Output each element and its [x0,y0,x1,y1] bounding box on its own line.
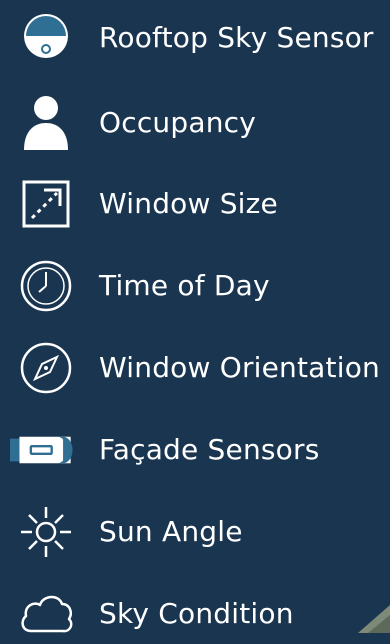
legend-label: Sky Condition [99,597,294,630]
legend-item-sun-angle: Sun Angle [0,502,390,562]
legend-label: Rooftop Sky Sensor [99,21,374,54]
legend-label: Time of Day [99,269,270,302]
legend-item-window-size: Window Size [0,174,390,234]
legend-label: Façade Sensors [99,433,320,466]
clock-icon [10,256,82,316]
legend-label: Sun Angle [99,515,243,548]
legend-label: Window Size [99,187,278,220]
rooftop-sensor-icon [10,8,82,68]
cloud-icon [10,584,82,644]
legend-label: Occupancy [99,106,257,139]
compass-icon [10,338,82,398]
legend-label: Window Orientation [99,351,380,384]
legend-item-facade-sensors: Façade Sensors [0,420,390,480]
legend-item-sky-condition: Sky Condition [0,584,390,644]
background-photo-fragment [358,605,390,633]
legend-item-rooftop-sky-sensor: Rooftop Sky Sensor [0,8,390,68]
legend-item-occupancy: Occupancy [0,93,390,153]
resize-arrow-icon [10,174,82,234]
person-icon [10,93,82,153]
legend-item-window-orientation: Window Orientation [0,338,390,398]
feature-legend-list: Rooftop Sky Sensor Occupancy Window Size [0,0,390,633]
legend-item-time-of-day: Time of Day [0,256,390,316]
sun-icon [10,502,82,562]
facade-sensor-icon [10,420,82,480]
